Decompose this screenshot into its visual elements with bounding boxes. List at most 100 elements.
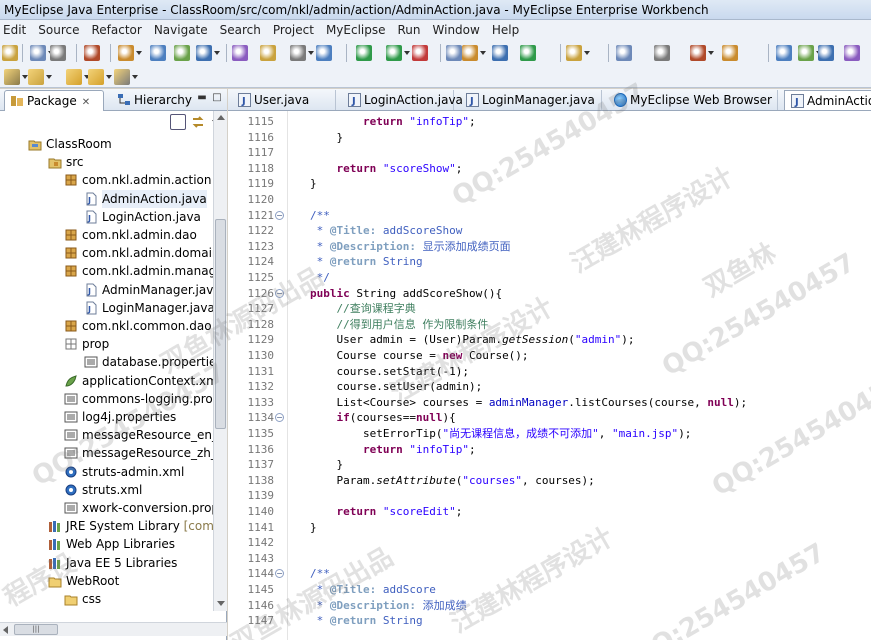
- tree-item[interactable]: Java EE 5 Libraries: [48, 554, 213, 572]
- fold-toggle-icon[interactable]: −: [275, 288, 284, 298]
- tree-item[interactable]: com.nkl.admin.manager: [64, 262, 213, 280]
- tree-item[interactable]: Web App Libraries: [48, 535, 213, 553]
- tree-item[interactable]: struts.xml: [64, 481, 213, 499]
- toolbar-button-icon[interactable]: [260, 45, 276, 61]
- toolbar-button-icon[interactable]: [566, 45, 590, 61]
- toolbar-button-icon[interactable]: [616, 45, 632, 61]
- toolbar-button-icon[interactable]: [290, 45, 314, 61]
- menu-run[interactable]: Run: [392, 20, 427, 40]
- navigation-button-icon[interactable]: [4, 69, 28, 85]
- toolbar-button-icon[interactable]: [818, 45, 834, 61]
- tree-item[interactable]: applicationContext.xml: [64, 372, 213, 390]
- toolbar-button-icon[interactable]: [118, 45, 142, 61]
- tree-item[interactable]: css: [64, 590, 213, 608]
- tree-item-label: commons-logging.prop: [82, 391, 213, 406]
- link-with-editor-icon[interactable]: [190, 114, 206, 130]
- maximize-icon[interactable]: □: [211, 93, 223, 105]
- tree-item[interactable]: ClassRoom: [28, 135, 213, 153]
- toolbar-button-icon[interactable]: [150, 45, 166, 61]
- editor-tab[interactable]: AdminAction.: [784, 90, 871, 110]
- toolbar-button-icon[interactable]: [844, 45, 860, 61]
- close-icon[interactable]: ✕: [82, 97, 90, 108]
- tree-item[interactable]: log4j.properties: [64, 408, 213, 426]
- tree-item[interactable]: struts-admin.xml: [64, 463, 213, 481]
- code-token: *: [310, 583, 330, 596]
- editor-tab[interactable]: LoginAction.java: [342, 90, 463, 110]
- tree-item[interactable]: J AdminManager.java: [84, 281, 213, 299]
- tree-item[interactable]: WebRoot: [48, 572, 213, 590]
- tree-item[interactable]: com.nkl.admin.domain: [64, 244, 213, 262]
- struts-gear-icon: [64, 483, 78, 497]
- tree-item[interactable]: J AdminAction.java: [84, 189, 213, 208]
- menu-myeclipse[interactable]: MyEclipse: [320, 20, 392, 40]
- tree-item[interactable]: editor: [64, 608, 213, 611]
- menu-source[interactable]: Source: [32, 20, 85, 40]
- menu-project[interactable]: Project: [267, 20, 320, 40]
- toolbar-button-icon[interactable]: [462, 45, 486, 61]
- tree-item[interactable]: xwork-conversion.prope: [64, 499, 213, 517]
- toolbar-button-icon[interactable]: [520, 45, 536, 61]
- menu-refactor[interactable]: Refactor: [85, 20, 147, 40]
- code-token: if: [336, 411, 350, 425]
- menu-navigate[interactable]: Navigate: [148, 20, 214, 40]
- tree-item[interactable]: com.nkl.admin.action: [64, 171, 213, 189]
- fold-toggle-icon[interactable]: −: [275, 413, 284, 423]
- navigation-button-icon[interactable]: [66, 69, 90, 85]
- scroll-thumb[interactable]: [215, 219, 226, 429]
- editor-tab[interactable]: LoginManager.java: [460, 90, 602, 110]
- toolbar-button-icon[interactable]: [30, 45, 54, 61]
- globe-icon: [614, 93, 627, 107]
- toolbar-button-icon[interactable]: [776, 45, 792, 61]
- toolbar-button-icon[interactable]: [690, 45, 714, 61]
- tree-item[interactable]: database.properties: [84, 353, 213, 371]
- tree-item[interactable]: messageResource_zh_C: [64, 444, 213, 462]
- toolbar-button-icon[interactable]: [798, 45, 822, 61]
- scroll-left-icon[interactable]: [3, 626, 8, 634]
- collapse-all-icon[interactable]: [170, 114, 186, 130]
- toolbar-button-icon[interactable]: [2, 45, 18, 61]
- tab-hierarchy[interactable]: Hierarchy: [112, 90, 192, 111]
- toolbar-button-icon[interactable]: [492, 45, 508, 61]
- toolbar-button-icon[interactable]: [446, 45, 462, 61]
- minimize-icon[interactable]: ▬: [196, 93, 208, 105]
- toolbar-button-icon[interactable]: [196, 45, 220, 61]
- fold-toggle-icon[interactable]: −: [275, 210, 284, 220]
- toolbar-button-icon[interactable]: [654, 45, 670, 61]
- horizontal-scrollbar[interactable]: |||: [0, 622, 227, 636]
- tree-item[interactable]: commons-logging.prop: [64, 390, 213, 408]
- toolbar-button-icon[interactable]: [316, 45, 332, 61]
- navigation-button-icon[interactable]: [88, 69, 112, 85]
- toolbar-button-icon[interactable]: [84, 45, 100, 61]
- tree-item[interactable]: messageResource_en_U: [64, 426, 213, 444]
- tree-item[interactable]: com.nkl.admin.dao: [64, 226, 213, 244]
- horizontal-scroll-thumb[interactable]: |||: [14, 624, 58, 635]
- toolbar-button-icon[interactable]: [174, 45, 190, 61]
- tree-item[interactable]: J LoginAction.java: [84, 208, 213, 226]
- view-menu-icon[interactable]: [206, 114, 218, 130]
- tree-item[interactable]: J LoginManager.java: [84, 299, 213, 317]
- editor-tab[interactable]: User.java: [232, 90, 336, 110]
- toolbar-button-icon[interactable]: [356, 45, 372, 61]
- toolbar-button-icon[interactable]: [50, 45, 66, 61]
- menu-search[interactable]: Search: [214, 20, 267, 40]
- tree-item[interactable]: prop: [64, 335, 213, 353]
- toolbar-button-icon[interactable]: [722, 45, 738, 61]
- navigation-button-icon[interactable]: [114, 69, 138, 85]
- fold-toggle-icon[interactable]: −: [275, 569, 284, 579]
- scroll-down-icon[interactable]: [217, 601, 225, 606]
- toolbar-button-icon[interactable]: [412, 45, 428, 61]
- tab-package-explorer[interactable]: Package ✕: [4, 90, 104, 111]
- tree-item[interactable]: com.nkl.common.dao: [64, 317, 213, 335]
- editor-tab[interactable]: MyEclipse Web Browser: [608, 90, 778, 110]
- tree-item[interactable]: src: [48, 153, 213, 171]
- navigation-button-icon[interactable]: [28, 69, 52, 85]
- toolbar-button-icon[interactable]: [386, 45, 410, 61]
- vertical-scrollbar[interactable]: [213, 111, 227, 611]
- tree-item[interactable]: JRE System Library [com.su: [48, 517, 213, 535]
- toolbar-button-icon[interactable]: [232, 45, 248, 61]
- menu-window[interactable]: Window: [427, 20, 486, 40]
- code-area[interactable]: return "infoTip"; } return "scoreShow";}…: [290, 111, 871, 640]
- menu-edit[interactable]: Edit: [0, 20, 32, 40]
- scroll-up-icon[interactable]: [217, 115, 225, 120]
- menu-help[interactable]: Help: [486, 20, 525, 40]
